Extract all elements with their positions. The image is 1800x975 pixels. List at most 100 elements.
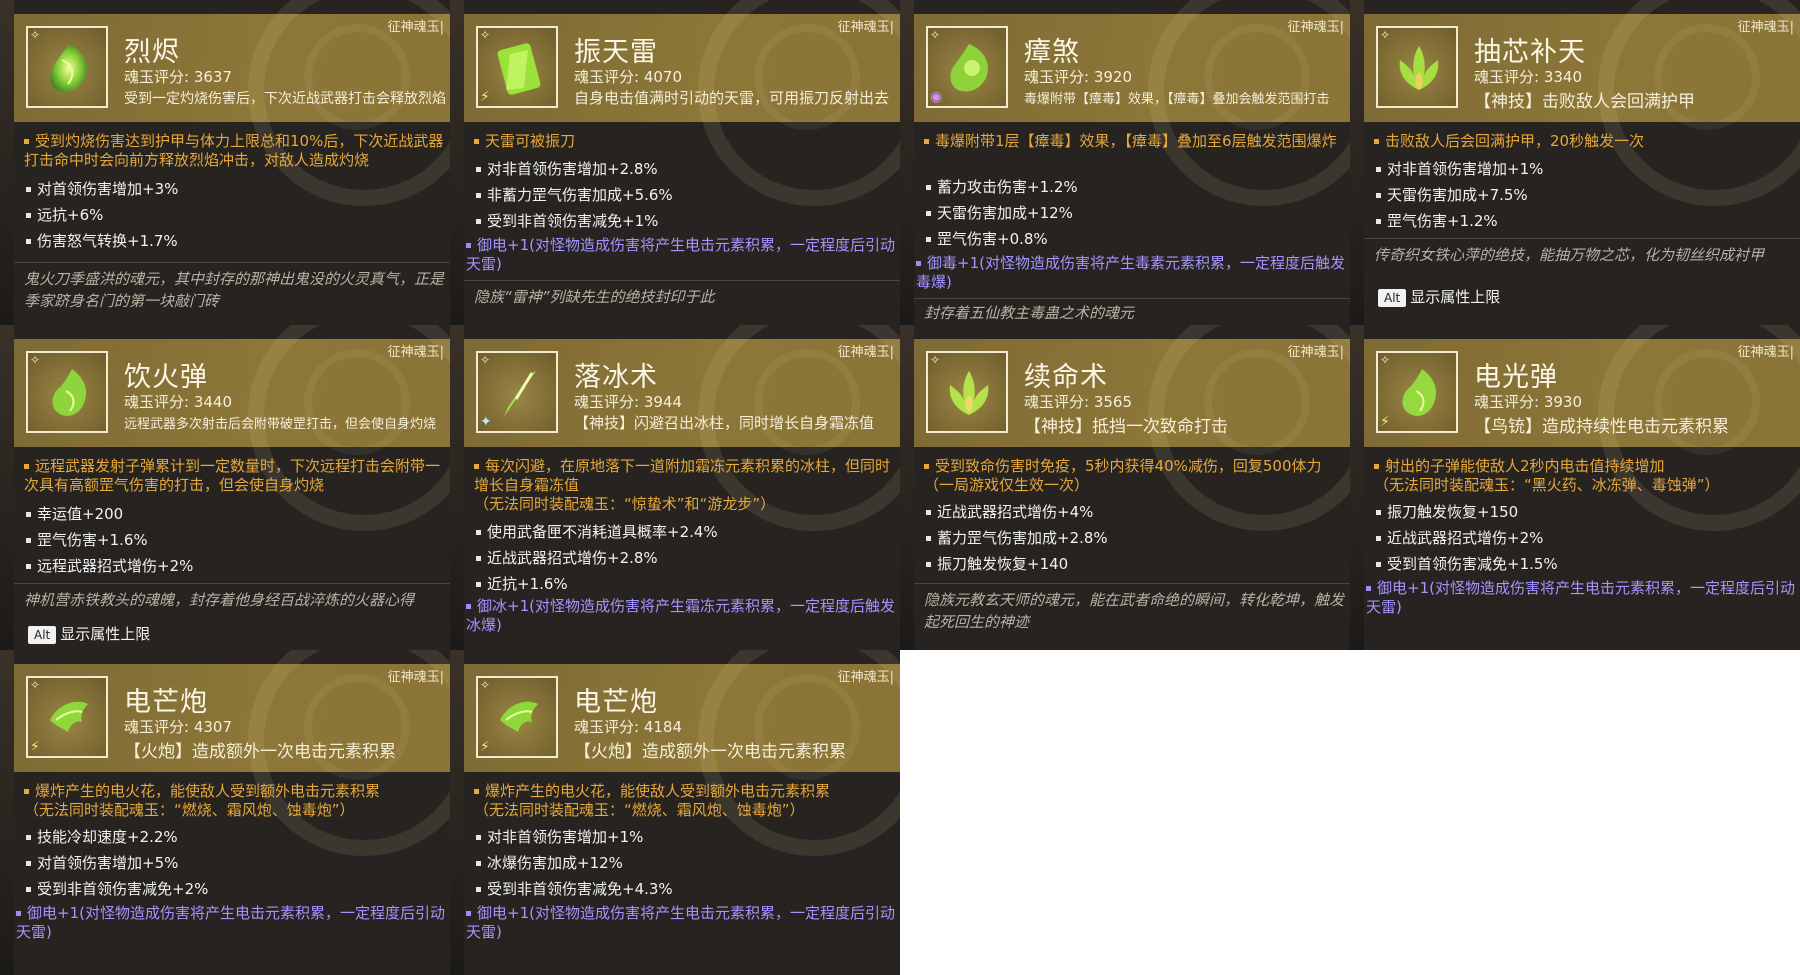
soul-jade-brief: 【鸟铳】造成持续性电击元素积累 <box>1474 417 1729 437</box>
effect-text: 击败敌人后会回满护甲，20秒触发一次 <box>1374 132 1794 151</box>
card-category-tag: 征神魂玉| <box>1287 345 1344 360</box>
card-category-tag: 征神魂玉| <box>1737 20 1794 35</box>
card-body: 射出的子弹能使敌人2秒内电击值持续增加 （无法同时装配魂玉：“黑火药、冰冻弹、毒… <box>1364 447 1800 650</box>
stat-list: 对非首领伤害增加+2.8% 非蓄力罡气伤害加成+5.6% 受到非首领伤害减免+1… <box>476 156 894 234</box>
flavor-text: 神机营赤铁教头的魂魄，封存着他身经百战淬炼的火器心得 <box>24 591 415 609</box>
soul-jade-brief: 【火炮】造成额外一次电击元素积累 <box>574 742 846 762</box>
effect-text: 爆炸产生的电火花，能使敌人受到额外电击元素积累 （无法同时装配魂玉：“燃烧、霜风… <box>24 782 381 819</box>
effect-text: 受到灼烧伤害达到护甲与体力上限总和10%后，下次近战武器打击命中时会向前方释放烈… <box>24 132 444 169</box>
rank-mark-icon: ✧ <box>1380 353 1391 367</box>
lightning-icon: ⚡ <box>480 739 490 755</box>
soul-jade-card[interactable]: 征神魂玉| ✧ ✦ 落冰术 魂玉评分: 3944 【神技】闪避召出冰柱，同时增长… <box>450 325 900 650</box>
effect-text: 远程武器发射子弹累计到一定数量时，下次远程打击会附带一次具有高额罡气伤害的打击，… <box>24 457 441 494</box>
soul-jade-card[interactable]: 征神魂玉| ✧ ⚡ 电光弹 魂玉评分: 3930 【鸟铳】造成持续性电击元素积累… <box>1350 325 1800 650</box>
soul-jade-name: 振天雷 <box>574 37 658 68</box>
effect-text: 天雷可被振刀 <box>474 132 894 151</box>
rank-mark-icon: ✧ <box>930 353 941 367</box>
soul-jade-brief: 【神技】击败敌人会回满护甲 <box>1474 92 1695 112</box>
card-category-tag: 征神魂玉| <box>387 20 444 35</box>
effect-text: 受到致命伤害时免疫，5秒内获得40%减伤，回复500体力（一局游戏仅生效一次） <box>924 457 1322 494</box>
stat-item: 使用武备匣不消耗道具概率+2.4% <box>476 519 894 545</box>
stat-item: 对非首领伤害增加+1% <box>476 824 894 850</box>
soul-jade-card[interactable]: 征神魂玉| ✧ 续命术 魂玉评分: 3565 【神技】抵挡一次致命打击 受到致命… <box>900 325 1350 650</box>
card-body: 受到致命伤害时免疫，5秒内获得40%减伤，回复500体力（一局游戏仅生效一次） … <box>914 447 1350 650</box>
soul-jade-score: 魂玉评分: 3637 <box>124 68 232 86</box>
rank-mark-icon: ✧ <box>30 678 41 692</box>
stat-item: 近抗+1.6% <box>476 571 894 597</box>
soul-jade-card[interactable]: 征神魂玉| ✧ ⚡ 振天雷 魂玉评分: 4070 自身电击值满时引动的天雷，可用… <box>450 0 900 325</box>
card-header: 征神魂玉| ✧ 饮火弹 魂玉评分: 3440 远程武器多次射击后会附带破罡打击，… <box>14 325 450 531</box>
soul-jade-score: 魂玉评分: 4307 <box>124 718 232 736</box>
soul-jade-card[interactable]: 征神魂玉| ✧ ⚡ 电芒炮 魂玉评分: 4307 【火炮】造成额外一次电击元素积… <box>0 650 450 975</box>
stat-item: 受到首领伤害减免+1.5% <box>1376 551 1794 577</box>
rank-mark-icon: ✧ <box>480 678 491 692</box>
show-attribute-cap-hint[interactable]: Alt 显示属性上限 <box>28 623 150 644</box>
stat-list: 对非首领伤害增加+1% 冰爆伤害加成+12% 受到非首领伤害减免+4.3% <box>476 824 894 902</box>
soul-jade-name: 落冰术 <box>574 362 658 393</box>
flavor-text: 传奇织女铁心萍的绝技，能抽万物之芯，化为韧丝织成衬甲 <box>1374 246 1765 264</box>
element-bonus-text: 御电+1(对怪物造成伤害将产生电击元素积累，一定程度后引动天雷) <box>1366 579 1795 616</box>
flavor-text: 封存着五仙教主毒蛊之术的魂元 <box>924 304 1135 322</box>
stat-item: 对首领伤害增加+3% <box>26 176 444 202</box>
rank-mark-icon: ✧ <box>480 353 491 367</box>
element-bonus-text: 御毒+1(对怪物造成伤害将产生毒素元素积累，一定程度后触发毒爆) <box>916 254 1345 291</box>
rank-mark-icon: ✧ <box>30 28 41 42</box>
stat-item: 伤害怒气转换+1.7% <box>26 228 444 254</box>
stat-list: 技能冷却速度+2.2% 对首领伤害增加+5% 受到非首领伤害减免+2% <box>26 824 444 902</box>
element-bonus-text: 御电+1(对怪物造成伤害将产生电击元素积累，一定程度后引动天雷) <box>466 904 895 941</box>
card-header: 征神魂玉| ✧ ⚡ 电芒炮 魂玉评分: 4307 【火炮】造成额外一次电击元素积… <box>14 650 450 856</box>
soul-jade-icon: ✧ ⚡ <box>476 26 558 108</box>
soul-jade-score: 魂玉评分: 3920 <box>1024 68 1132 86</box>
stat-list: 蓄力攻击伤害+1.2% 天雷伤害加成+12% 罡气伤害+0.8% <box>926 174 1344 252</box>
stat-list: 对非首领伤害增加+1% 天雷伤害加成+7.5% 罡气伤害+1.2% <box>1376 156 1794 234</box>
alt-key[interactable]: Alt <box>1378 289 1407 307</box>
soul-jade-card[interactable]: 征神魂玉| ✧ ⚡ 电芒炮 魂玉评分: 4184 【火炮】造成额外一次电击元素积… <box>450 650 900 975</box>
card-body: 受到灼烧伤害达到护甲与体力上限总和10%后，下次近战武器打击命中时会向前方释放烈… <box>14 122 450 325</box>
soul-jade-brief: 远程武器多次射击后会附带破罡打击，但会使自身灼烧 <box>124 417 437 432</box>
element-bonus-text: 御电+1(对怪物造成伤害将产生电击元素积累，一定程度后引动天雷) <box>466 236 895 273</box>
card-body: 毒爆附带1层【瘴毒】效果，【瘴毒】叠加至6层触发范围爆炸 蓄力攻击伤害+1.2%… <box>914 122 1350 325</box>
stat-item: 蓄力罡气伤害加成+2.8% <box>926 525 1344 551</box>
poison-icon: ◉ <box>930 89 943 105</box>
soul-jade-card[interactable]: 征神魂玉| ✧ 烈烬 魂玉评分: 3637 受到一定灼烧伤害后，下次近战武器打击… <box>0 0 450 325</box>
soul-jade-card[interactable]: 征神魂玉| ✧ ◉ 瘴煞 魂玉评分: 3920 毒爆附带【瘴毒】效果，【瘴毒】叠… <box>900 0 1350 325</box>
stat-item: 远程武器招式增伤+2% <box>26 553 444 579</box>
soul-jade-score: 魂玉评分: 4070 <box>574 68 682 86</box>
card-header: 征神魂玉| ✧ 抽芯补天 魂玉评分: 3340 【神技】击败敌人会回满护甲 <box>1364 0 1800 206</box>
soul-jade-name: 电芒炮 <box>574 687 658 718</box>
card-category-tag: 征神魂玉| <box>387 345 444 360</box>
soul-jade-icon: ✧ <box>26 351 108 433</box>
stat-item: 受到非首领伤害减免+2% <box>26 876 444 902</box>
stat-item: 对首领伤害增加+5% <box>26 850 444 876</box>
card-header: 征神魂玉| ✧ 续命术 魂玉评分: 3565 【神技】抵挡一次致命打击 <box>914 325 1350 531</box>
element-bonus-text: 御电+1(对怪物造成伤害将产生电击元素积累，一定程度后引动天雷) <box>16 904 445 941</box>
soul-jade-brief: 【神技】抵挡一次致命打击 <box>1024 417 1228 437</box>
soul-jade-card[interactable]: 征神魂玉| ✧ 饮火弹 魂玉评分: 3440 远程武器多次射击后会附带破罡打击，… <box>0 325 450 650</box>
stat-list: 对首领伤害增加+3% 远抗+6% 伤害怒气转换+1.7% <box>26 176 444 254</box>
soul-jade-name: 电芒炮 <box>124 687 208 718</box>
card-header: 征神魂玉| ✧ ◉ 瘴煞 魂玉评分: 3920 毒爆附带【瘴毒】效果，【瘴毒】叠… <box>914 0 1350 206</box>
alt-key[interactable]: Alt <box>28 626 57 644</box>
stat-item: 对非首领伤害增加+2.8% <box>476 156 894 182</box>
soul-jade-card[interactable]: 征神魂玉| ✧ 抽芯补天 魂玉评分: 3340 【神技】击败敌人会回满护甲 击败… <box>1350 0 1800 325</box>
soul-jade-score: 魂玉评分: 3440 <box>124 393 232 411</box>
stat-item: 振刀触发恢复+150 <box>1376 499 1794 525</box>
card-header: 征神魂玉| ✧ ⚡ 电芒炮 魂玉评分: 4184 【火炮】造成额外一次电击元素积… <box>464 650 900 856</box>
soul-jade-score: 魂玉评分: 3565 <box>1024 393 1132 411</box>
card-header: 征神魂玉| ✧ 烈烬 魂玉评分: 3637 受到一定灼烧伤害后，下次近战武器打击… <box>14 0 450 206</box>
card-category-tag: 征神魂玉| <box>387 670 444 685</box>
card-category-tag: 征神魂玉| <box>1737 345 1794 360</box>
soul-jade-score: 魂玉评分: 3930 <box>1474 393 1582 411</box>
element-bonus-text: 御冰+1(对怪物造成伤害将产生霜冻元素积累，一定程度后触发冰爆) <box>466 597 895 634</box>
frost-icon: ✦ <box>480 414 492 430</box>
stat-item: 近战武器招式增伤+2.8% <box>476 545 894 571</box>
stat-item: 冰爆伤害加成+12% <box>476 850 894 876</box>
stat-item: 对非首领伤害增加+1% <box>1376 156 1794 182</box>
rank-mark-icon: ✧ <box>930 28 941 42</box>
stat-list: 使用武备匣不消耗道具概率+2.4% 近战武器招式增伤+2.8% 近抗+1.6% <box>476 519 894 597</box>
soul-jade-icon: ✧ ✦ <box>476 351 558 433</box>
soul-jade-brief: 受到一定灼烧伤害后，下次近战武器打击会释放烈焰 <box>124 91 446 107</box>
soul-jade-grid: 征神魂玉| ✧ 烈烬 魂玉评分: 3637 受到一定灼烧伤害后，下次近战武器打击… <box>0 0 1800 975</box>
show-attribute-cap-hint[interactable]: Alt 显示属性上限 <box>1378 286 1500 307</box>
stat-item: 幸运值+200 <box>26 501 444 527</box>
